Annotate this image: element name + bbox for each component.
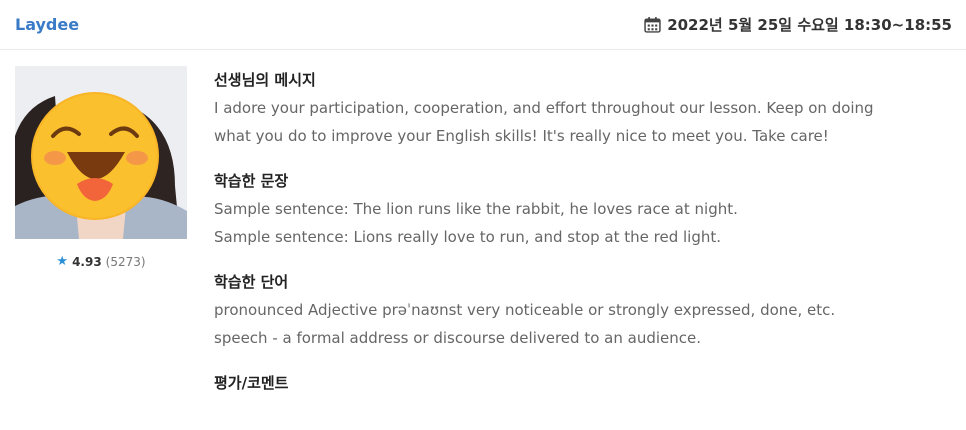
message-line: I adore your participation, cooperation,… [214, 99, 874, 117]
word-item: pronounced Adjective prəˈnaʊnst very not… [214, 301, 836, 319]
tutor-rating: ★ 4.93 (5273) [15, 254, 187, 269]
rating-score: 4.93 [72, 254, 102, 269]
evaluation-section: 평가/코멘트 [214, 369, 954, 397]
rating-count: (5273) [105, 254, 146, 269]
message-line: what you do to improve your English skil… [214, 127, 829, 145]
tutor-avatar [15, 66, 187, 239]
sentence-item: Sample sentence: Lions really love to ru… [214, 228, 722, 246]
sentence-item: Sample sentence: The lion runs like the … [214, 200, 738, 218]
learned-words-section: 학습한 단어 pronounced Adjective prəˈnaʊnst v… [214, 268, 954, 352]
header: Laydee 2022년 5월 25일 수요일 18:30~18:55 [0, 0, 966, 50]
avatar-image [15, 66, 187, 239]
calendar-icon [644, 17, 661, 33]
learned-sentences-section: 학습한 문장 Sample sentence: The lion runs li… [214, 167, 954, 251]
star-icon: ★ [56, 254, 69, 269]
section-title: 학습한 단어 [214, 273, 289, 291]
lesson-datetime-text: 2022년 5월 25일 수요일 18:30~18:55 [667, 16, 952, 34]
section-title: 평가/코멘트 [214, 374, 289, 392]
lesson-report: 선생님의 메시지 I adore your participation, coo… [214, 66, 954, 414]
lesson-datetime: 2022년 5월 25일 수요일 18:30~18:55 [644, 14, 952, 35]
teacher-message-section: 선생님의 메시지 I adore your participation, coo… [214, 66, 954, 150]
word-item: speech - a formal address or discourse d… [214, 329, 701, 347]
section-title: 학습한 문장 [214, 172, 289, 190]
tutor-name-link[interactable]: Laydee [15, 15, 79, 34]
section-title: 선생님의 메시지 [214, 71, 316, 89]
